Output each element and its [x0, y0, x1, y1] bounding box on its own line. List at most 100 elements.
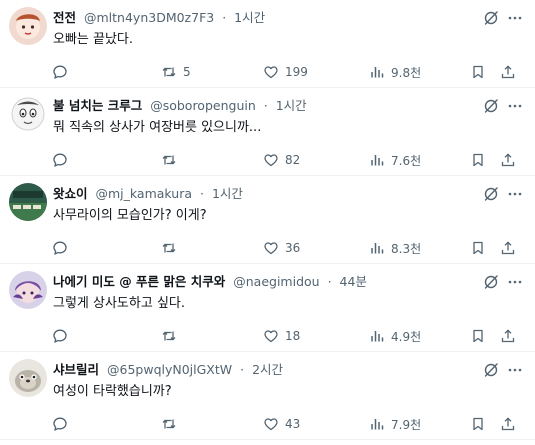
more-icon: [508, 16, 522, 20]
action-bar: 43 7.9천: [0, 414, 535, 434]
avatar[interactable]: [9, 183, 47, 221]
like-button[interactable]: 36: [263, 238, 300, 258]
views-icon: [371, 331, 384, 342]
separator-dot: ·: [327, 274, 332, 289]
tweet-text: 뭐 직속의 상사가 여장버릇 있으니까...: [53, 120, 262, 135]
view-count: 9.8천: [391, 65, 422, 80]
bookmark-button[interactable]: [470, 150, 486, 170]
grok-button[interactable]: [480, 271, 502, 293]
share-icon: [501, 65, 515, 79]
tweet-header: 전전 @mltn4yn3DM0z7F3 · 1시간: [53, 9, 475, 27]
like-button[interactable]: 199: [263, 62, 308, 82]
timestamp[interactable]: 44분: [340, 274, 367, 289]
avatar[interactable]: [9, 271, 47, 309]
share-icon: [501, 329, 515, 343]
heart-icon: [264, 418, 278, 431]
views-button[interactable]: 8.3천: [369, 238, 421, 258]
tweet[interactable]: 왓쇼이 @mj_kamakura · 1시간 사무라이의 모습인가? 이게? 3…: [0, 176, 535, 264]
bookmark-icon: [473, 417, 483, 431]
grok-button[interactable]: [480, 95, 502, 117]
user-handle[interactable]: @mltn4yn3DM0z7F3: [84, 10, 214, 25]
bookmark-button[interactable]: [470, 414, 486, 434]
reply-icon: [53, 241, 67, 255]
avatar-image: [9, 183, 47, 221]
retweet-icon: [162, 243, 176, 253]
views-button[interactable]: 9.8천: [369, 62, 421, 82]
reply-icon: [53, 329, 67, 343]
more-button[interactable]: [504, 271, 526, 293]
bookmark-button[interactable]: [470, 62, 486, 82]
views-button[interactable]: 7.9천: [369, 414, 421, 434]
action-bar: 36 8.3천: [0, 238, 535, 258]
timestamp[interactable]: 1시간: [212, 186, 243, 201]
tweet[interactable]: 전전 @mltn4yn3DM0z7F3 · 1시간 오빠는 끝났다. 5 199…: [0, 0, 535, 88]
grok-button[interactable]: [480, 359, 502, 381]
retweet-button[interactable]: [161, 150, 177, 170]
timestamp[interactable]: 1시간: [234, 10, 265, 25]
reply-button[interactable]: [52, 62, 68, 82]
action-bar: 5 199 9.8천: [0, 62, 535, 82]
display-name[interactable]: 샤브릴리: [53, 362, 99, 377]
more-button[interactable]: [504, 95, 526, 117]
views-button[interactable]: 7.6천: [369, 150, 421, 170]
like-count: 82: [285, 153, 301, 167]
tweet-text: 오빠는 끝났다.: [53, 32, 134, 47]
tweet[interactable]: 나에기 미도 @ 푸른 맑은 치쿠와 @naegimidou · 44분 그렇게…: [0, 264, 535, 352]
views-icon: [371, 67, 384, 78]
avatar[interactable]: [9, 359, 47, 397]
like-button[interactable]: 43: [263, 414, 300, 434]
display-name[interactable]: 불 넘치는 크루그: [53, 98, 142, 113]
retweet-count: 5: [183, 65, 191, 79]
tweet-text: 여성이 타락했습니까?: [53, 384, 172, 399]
retweet-button[interactable]: [161, 414, 177, 434]
display-name[interactable]: 나에기 미도 @ 푸른 맑은 치쿠와: [53, 274, 225, 289]
tweet-header: 왓쇼이 @mj_kamakura · 1시간: [53, 185, 475, 203]
more-button[interactable]: [504, 7, 526, 29]
retweet-icon: [162, 67, 176, 77]
share-icon: [501, 153, 515, 167]
timestamp[interactable]: 2시간: [252, 362, 283, 377]
reply-button[interactable]: [52, 238, 68, 258]
avatar[interactable]: [9, 95, 47, 133]
reply-feed: 전전 @mltn4yn3DM0z7F3 · 1시간 오빠는 끝났다. 5 199…: [0, 0, 535, 445]
reply-button[interactable]: [52, 150, 68, 170]
like-count: 18: [285, 329, 301, 343]
grok-button[interactable]: [480, 7, 502, 29]
retweet-button[interactable]: [161, 238, 177, 258]
grok-icon: [484, 363, 498, 377]
action-bar: 18 4.9천: [0, 326, 535, 346]
grok-button[interactable]: [480, 183, 502, 205]
share-button[interactable]: [500, 238, 516, 258]
share-button[interactable]: [500, 62, 516, 82]
share-button[interactable]: [500, 326, 516, 346]
reply-button[interactable]: [52, 414, 68, 434]
avatar[interactable]: [9, 7, 47, 45]
more-button[interactable]: [504, 183, 526, 205]
separator-dot: ·: [263, 98, 268, 113]
reply-button[interactable]: [52, 326, 68, 346]
timestamp[interactable]: 1시간: [276, 98, 307, 113]
share-button[interactable]: [500, 414, 516, 434]
share-button[interactable]: [500, 150, 516, 170]
reply-icon: [53, 65, 67, 79]
tweet[interactable]: 불 넘치는 크루그 @soboropenguin · 1시간 뭐 직속의 상사가…: [0, 88, 535, 176]
more-icon: [508, 368, 522, 372]
like-button[interactable]: 18: [263, 326, 300, 346]
retweet-button[interactable]: 5: [161, 62, 191, 82]
bookmark-button[interactable]: [470, 326, 486, 346]
retweet-button[interactable]: [161, 326, 177, 346]
user-handle[interactable]: @naegimidou: [233, 274, 319, 289]
tweet[interactable]: 샤브릴리 @65pwqlyN0jlGXtW · 2시간 여성이 타락했습니까?: [0, 352, 535, 440]
bookmark-button[interactable]: [470, 238, 486, 258]
like-count: 199: [285, 65, 308, 79]
user-handle[interactable]: @65pwqlyN0jlGXtW: [107, 362, 232, 377]
views-button[interactable]: 4.9천: [369, 326, 421, 346]
display-name[interactable]: 왓쇼이: [53, 186, 88, 201]
like-button[interactable]: 82: [263, 150, 300, 170]
grok-icon: [484, 99, 498, 113]
user-handle[interactable]: @soboropenguin: [150, 98, 256, 113]
user-handle[interactable]: @mj_kamakura: [96, 186, 193, 201]
display-name[interactable]: 전전: [53, 10, 76, 25]
more-button[interactable]: [504, 359, 526, 381]
heart-icon: [264, 330, 278, 343]
